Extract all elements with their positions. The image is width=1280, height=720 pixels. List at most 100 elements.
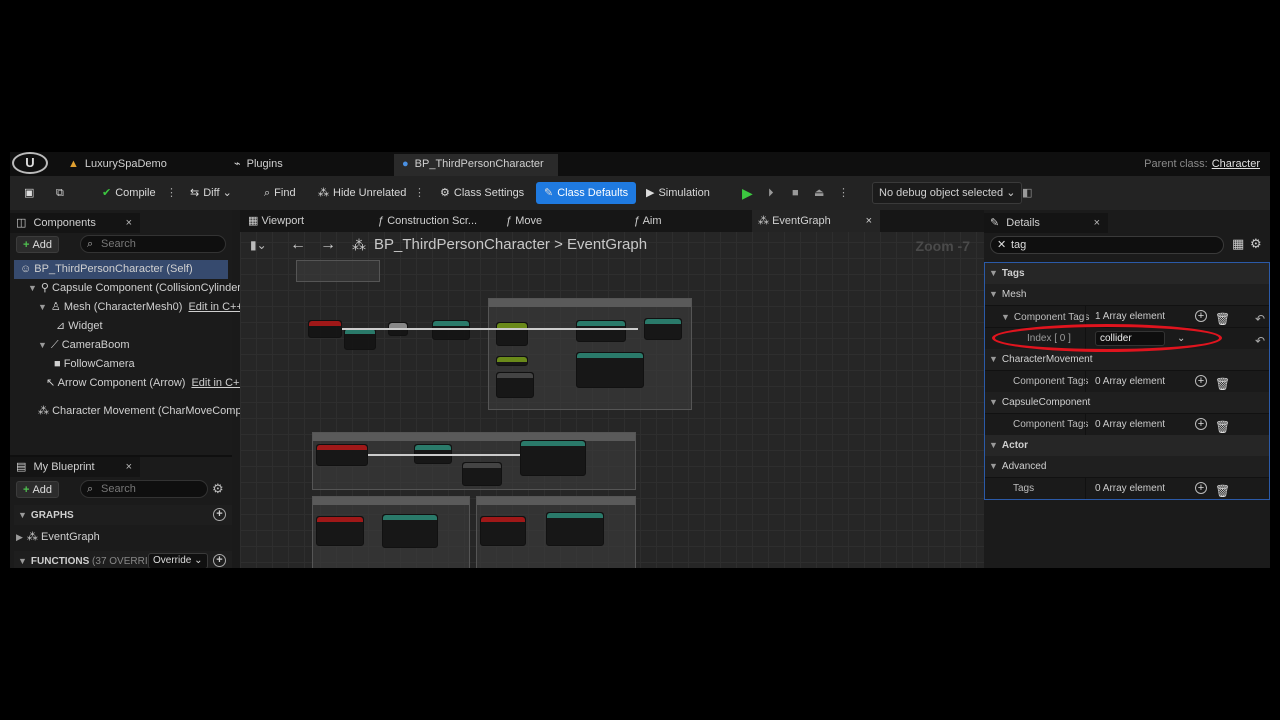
- tab-construction-script[interactable]: ƒ Construction Scr...: [372, 210, 483, 232]
- exec-wire: [368, 454, 520, 456]
- add-function-icon[interactable]: +: [213, 554, 226, 567]
- components-search-input[interactable]: ⌕ Search: [80, 235, 226, 253]
- details-tab[interactable]: ✎ Details ×: [984, 213, 1108, 233]
- tree-item-mesh[interactable]: ▼ ♙ Mesh (CharacterMesh0) Edit in C++: [38, 298, 243, 317]
- diff-button[interactable]: ⇆ Diff ⌄: [186, 182, 236, 204]
- add-element-icon[interactable]: +: [1195, 375, 1207, 387]
- category-actor[interactable]: ▼ Actor: [985, 435, 1269, 456]
- tab-eventgraph[interactable]: ⁂ EventGraph ×: [752, 210, 880, 232]
- graph-tab-bar: ▦ Viewport ƒ Construction Scr... ƒ Move …: [240, 210, 984, 232]
- add-element-icon[interactable]: +: [1195, 418, 1207, 430]
- simulation-icon: ▶: [646, 187, 655, 199]
- forward-arrow-icon[interactable]: →: [320, 236, 336, 254]
- back-arrow-icon[interactable]: ←: [290, 236, 306, 254]
- toolbar: ▣ ⧉ ✔ Compile ⋮ ⇆ Diff ⌄ ⌕ Find ⁂ Hide Unrel…: [10, 176, 1270, 210]
- tree-item-widget[interactable]: ⊿ Widget: [56, 317, 103, 336]
- capsule-icon: ⚲: [40, 282, 53, 294]
- parent-class-link[interactable]: Character: [1212, 158, 1260, 170]
- hide-unrelated-button[interactable]: ⁂ Hide Unrelated: [314, 182, 410, 204]
- compile-options-button[interactable]: ⋮: [162, 182, 181, 204]
- table-view-icon[interactable]: ▦: [1232, 236, 1244, 252]
- category-charactermovement[interactable]: ▼ CharacterMovement: [985, 349, 1269, 370]
- graph-node[interactable]: [462, 462, 502, 486]
- graph-node[interactable]: [316, 444, 368, 466]
- tab-aim[interactable]: ƒ Aim: [628, 210, 668, 232]
- stop-icon[interactable]: ■: [788, 182, 803, 204]
- graph-node[interactable]: [316, 516, 364, 546]
- close-icon[interactable]: ×: [1094, 213, 1100, 233]
- bookmark-icon[interactable]: ▮⌄: [250, 238, 267, 252]
- find-button[interactable]: ⌕ Find: [260, 182, 300, 204]
- tab-move[interactable]: ƒ Move: [500, 210, 548, 232]
- tree-item-followcamera[interactable]: ■ FollowCamera: [54, 355, 135, 374]
- graphs-section[interactable]: ▼ GRAPHS +: [14, 505, 232, 525]
- tab-luxuryspademo[interactable]: ▲ LuxurySpaDemo: [60, 154, 175, 176]
- simulation-button[interactable]: ▶ Simulation: [642, 182, 714, 204]
- add-component-button[interactable]: + Add: [16, 236, 60, 253]
- close-icon[interactable]: ×: [126, 213, 132, 233]
- graph-node[interactable]: [546, 512, 604, 546]
- graph-node[interactable]: [576, 320, 626, 342]
- tab-viewport[interactable]: ▦ Viewport: [242, 210, 310, 232]
- details-search-input[interactable]: ✕ tag: [990, 236, 1224, 254]
- graph-node[interactable]: [382, 514, 438, 548]
- breadcrumb-root[interactable]: BP_ThirdPersonCharacter: [374, 236, 550, 253]
- components-tab[interactable]: ◫ Components ×: [10, 213, 140, 233]
- event-graph-canvas[interactable]: [240, 210, 984, 568]
- category-tags[interactable]: ▼ Tags: [985, 263, 1269, 284]
- tab-plugins[interactable]: ⌁ Plugins: [226, 154, 291, 176]
- tree-item-arrow[interactable]: ↖ Arrow Component (Arrow) Edit in C++: [46, 374, 246, 393]
- graph-node[interactable]: [432, 320, 470, 340]
- graph-node[interactable]: [576, 352, 644, 388]
- hide-unrelated-options[interactable]: ⋮: [410, 182, 429, 204]
- graph-icon: ⁂: [352, 237, 366, 253]
- class-defaults-button[interactable]: ✎ Class Defaults: [536, 182, 637, 204]
- eject-icon[interactable]: ⏏: [810, 182, 828, 204]
- save-icon[interactable]: ▣: [20, 182, 42, 204]
- tree-item-capsule[interactable]: ▼ ⚲ Capsule Component (CollisionCylinder): [28, 279, 245, 298]
- gear-icon[interactable]: ⚙: [1250, 236, 1262, 252]
- play-options-button[interactable]: ⋮: [834, 182, 853, 204]
- unreal-logo-icon[interactable]: U: [12, 152, 48, 174]
- tree-item-charactermovement[interactable]: ⁂ Character Movement (CharMoveComp): [38, 402, 245, 421]
- graph-item-eventgraph[interactable]: ▶ ⁂ EventGraph: [16, 528, 100, 547]
- cm-component-tags-row: Component Tags 0 Array element + 🗑: [985, 370, 1269, 392]
- close-icon[interactable]: ×: [866, 210, 872, 232]
- tree-item-self[interactable]: ☺ BP_ThirdPersonCharacter (Self): [14, 260, 228, 279]
- add-blueprint-item-button[interactable]: + Add: [16, 481, 60, 498]
- trash-icon[interactable]: 🗑: [1215, 480, 1230, 502]
- debug-picker-icon[interactable]: ◧: [1018, 182, 1036, 204]
- class-settings-button[interactable]: ⚙ Class Settings: [436, 182, 528, 204]
- functions-section[interactable]: ▼ FUNCTIONS (37 OVERRIDABLE) Override ⌄ +: [14, 551, 232, 568]
- graph-node[interactable]: [480, 516, 526, 546]
- graph-node[interactable]: [520, 440, 586, 476]
- tab-bp-thirdpersoncharacter[interactable]: ●BP_ThirdPersonCharacter ×: [394, 154, 558, 190]
- graph-node[interactable]: [496, 372, 534, 398]
- edit-in-cpp-link[interactable]: Edit in C++: [191, 377, 245, 389]
- category-mesh[interactable]: ▼ Mesh: [985, 284, 1269, 305]
- edit-in-cpp-link[interactable]: Edit in C++: [188, 301, 242, 313]
- my-blueprint-tab[interactable]: ▤ My Blueprint ×: [10, 457, 140, 477]
- add-element-icon[interactable]: +: [1195, 310, 1207, 322]
- override-dropdown[interactable]: Override ⌄: [148, 553, 208, 568]
- graph-node[interactable]: [644, 318, 682, 340]
- clear-search-icon[interactable]: ✕: [997, 237, 1006, 253]
- compile-button[interactable]: ✔ Compile: [98, 182, 160, 204]
- browse-icon[interactable]: ⧉: [52, 182, 72, 204]
- add-graph-icon[interactable]: +: [213, 508, 226, 521]
- blueprint-search-input[interactable]: ⌕ Search: [80, 480, 208, 498]
- debug-object-select[interactable]: No debug object selected ⌄: [872, 182, 1023, 204]
- add-element-icon[interactable]: +: [1195, 482, 1207, 494]
- play-icon[interactable]: ▶: [738, 182, 757, 204]
- gear-icon[interactable]: ⚙: [212, 481, 224, 497]
- step-icon[interactable]: ⏵: [764, 182, 778, 204]
- category-capsulecomponent[interactable]: ▼ CapsuleComponent: [985, 392, 1269, 413]
- category-advanced[interactable]: ▼ Advanced: [985, 456, 1269, 477]
- close-icon[interactable]: ×: [126, 457, 132, 477]
- graph-node[interactable]: [344, 328, 376, 350]
- zoom-level: Zoom -7: [915, 238, 970, 254]
- tree-item-cameraboom[interactable]: ▼ ⟋ CameraBoom: [38, 336, 130, 355]
- graph-node[interactable]: [496, 356, 528, 366]
- graph-node[interactable]: [308, 320, 342, 338]
- graph-node[interactable]: [496, 322, 528, 346]
